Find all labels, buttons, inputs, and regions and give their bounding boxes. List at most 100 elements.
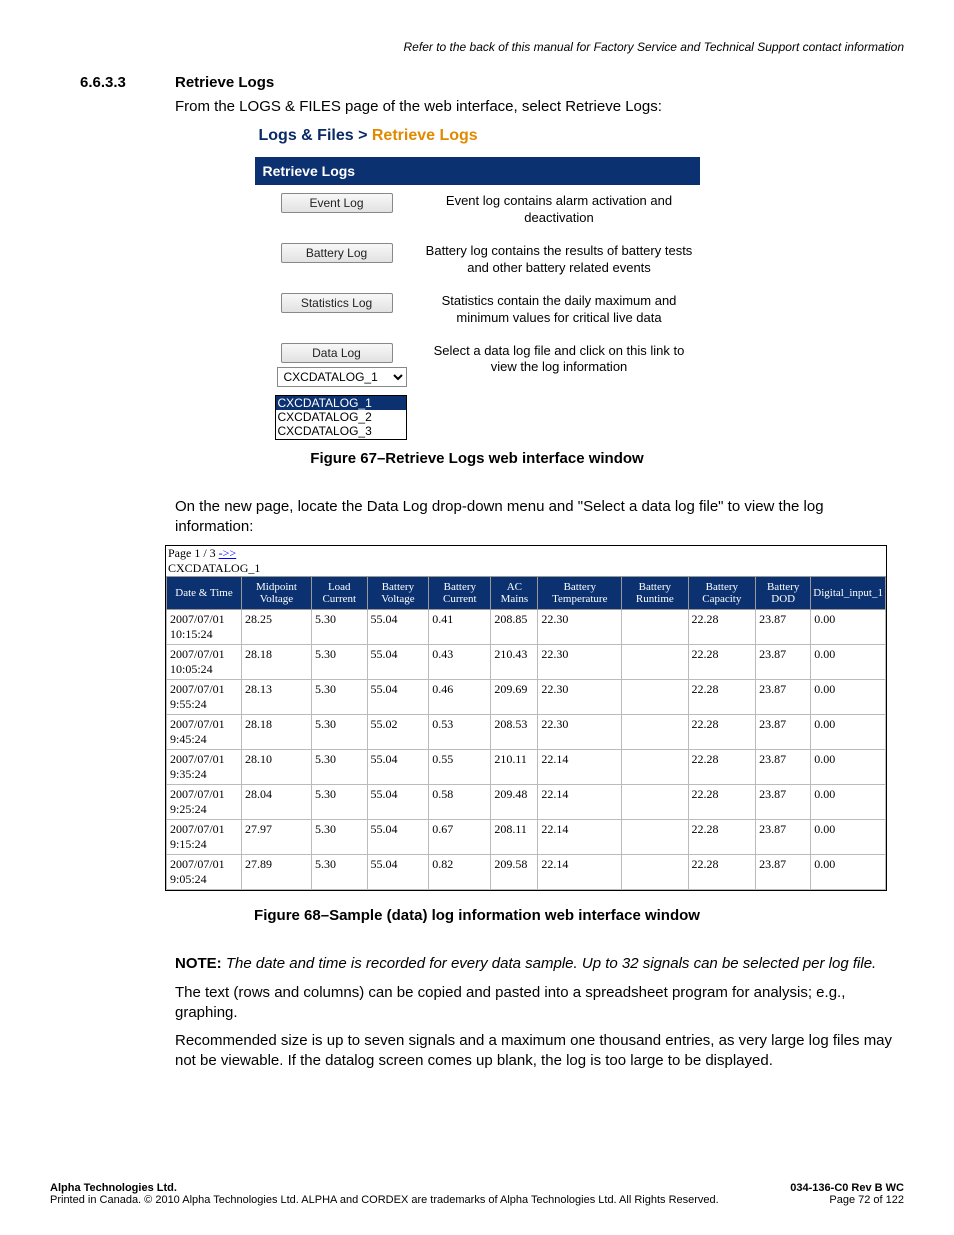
- table-cell: 55.04: [367, 645, 429, 680]
- footer-legal: Printed in Canada. © 2010 Alpha Technolo…: [50, 1194, 719, 1206]
- data-log-window: Page 1 / 3 ->> CXCDATALOG_1 Date & TimeM…: [165, 545, 887, 891]
- event-log-desc: Event log contains alarm activation and …: [419, 189, 700, 231]
- breadcrumb-current: Retrieve Logs: [372, 127, 478, 144]
- column-header: Battery Current: [429, 577, 491, 610]
- page-footer: Alpha Technologies Ltd. Printed in Canad…: [50, 1182, 904, 1206]
- breadcrumb: Logs & Files > Retrieve Logs: [255, 125, 700, 147]
- table-cell: 0.43: [429, 645, 491, 680]
- table-cell: 2007/07/01 10:15:24: [167, 610, 242, 645]
- breadcrumb-root: Logs & Files >: [259, 127, 372, 144]
- table-cell: 0.55: [429, 750, 491, 785]
- table-cell: 28.13: [242, 680, 312, 715]
- table-cell: 55.04: [367, 610, 429, 645]
- table-cell: 55.04: [367, 820, 429, 855]
- table-cell: 23.87: [756, 715, 811, 750]
- battery-log-desc: Battery log contains the results of batt…: [419, 239, 700, 281]
- table-cell: [622, 750, 688, 785]
- table-cell: 23.87: [756, 610, 811, 645]
- table-cell: 0.46: [429, 680, 491, 715]
- table-cell: 0.00: [811, 715, 886, 750]
- table-cell: 5.30: [311, 715, 367, 750]
- table-cell: 5.30: [311, 645, 367, 680]
- table-cell: 0.67: [429, 820, 491, 855]
- table-cell: 2007/07/01 9:05:24: [167, 855, 242, 890]
- note-paragraph: NOTE: The date and time is recorded for …: [175, 954, 904, 974]
- column-header: Battery Temperature: [538, 577, 622, 610]
- table-row: 2007/07/01 9:25:2428.045.3055.040.58209.…: [167, 785, 886, 820]
- table-cell: 55.04: [367, 750, 429, 785]
- statistics-log-desc: Statistics contain the daily maximum and…: [419, 289, 700, 331]
- column-header: Digital_input_1: [811, 577, 886, 610]
- retrieve-logs-panel: Logs & Files > Retrieve Logs Retrieve Lo…: [255, 125, 700, 440]
- table-cell: 0.00: [811, 820, 886, 855]
- table-cell: 208.11: [491, 820, 538, 855]
- dropdown-option[interactable]: CXCDATALOG_1: [276, 396, 406, 410]
- table-cell: 22.28: [688, 610, 756, 645]
- column-header: Battery Runtime: [622, 577, 688, 610]
- table-cell: 5.30: [311, 680, 367, 715]
- data-log-dropdown-open[interactable]: CXCDATALOG_1 CXCDATALOG_2 CXCDATALOG_3: [275, 395, 407, 440]
- table-cell: 0.00: [811, 785, 886, 820]
- note-label: NOTE:: [175, 955, 222, 972]
- paragraph-3: The text (rows and columns) can be copie…: [175, 983, 904, 1024]
- panel-title: Retrieve Logs: [255, 157, 700, 185]
- table-cell: 209.48: [491, 785, 538, 820]
- table-cell: 5.30: [311, 820, 367, 855]
- table-cell: 22.30: [538, 680, 622, 715]
- table-cell: 27.97: [242, 820, 312, 855]
- table-cell: 22.28: [688, 855, 756, 890]
- table-cell: 27.89: [242, 855, 312, 890]
- table-cell: 55.04: [367, 680, 429, 715]
- footer-doc-id: 034-136-C0 Rev B WC: [790, 1182, 904, 1194]
- table-cell: 28.18: [242, 715, 312, 750]
- table-cell: 2007/07/01 9:55:24: [167, 680, 242, 715]
- data-log-desc: Select a data log file and click on this…: [419, 339, 700, 391]
- table-cell: 210.43: [491, 645, 538, 680]
- datalog-name: CXCDATALOG_1: [168, 561, 260, 575]
- table-cell: 2007/07/01 9:25:24: [167, 785, 242, 820]
- table-row: 2007/07/01 9:15:2427.975.3055.040.67208.…: [167, 820, 886, 855]
- table-cell: 22.28: [688, 785, 756, 820]
- table-cell: 208.53: [491, 715, 538, 750]
- data-log-button[interactable]: Data Log: [281, 343, 393, 363]
- next-page-link[interactable]: ->>: [219, 546, 237, 560]
- table-cell: 5.30: [311, 785, 367, 820]
- paragraph-4: Recommended size is up to seven signals …: [175, 1031, 904, 1072]
- table-cell: 28.18: [242, 645, 312, 680]
- event-log-button[interactable]: Event Log: [281, 193, 393, 213]
- table-cell: 0.00: [811, 680, 886, 715]
- table-cell: 209.69: [491, 680, 538, 715]
- column-header: Battery DOD: [756, 577, 811, 610]
- table-cell: [622, 855, 688, 890]
- table-cell: [622, 785, 688, 820]
- table-cell: 22.28: [688, 820, 756, 855]
- column-header: Battery Voltage: [367, 577, 429, 610]
- header-note: Refer to the back of this manual for Fac…: [50, 40, 904, 54]
- table-cell: 23.87: [756, 645, 811, 680]
- table-cell: 0.41: [429, 610, 491, 645]
- table-cell: 55.02: [367, 715, 429, 750]
- table-row: 2007/07/01 10:05:2428.185.3055.040.43210…: [167, 645, 886, 680]
- table-cell: 22.14: [538, 750, 622, 785]
- table-cell: 23.87: [756, 785, 811, 820]
- statistics-log-button[interactable]: Statistics Log: [281, 293, 393, 313]
- table-cell: 55.04: [367, 785, 429, 820]
- column-header: Load Current: [311, 577, 367, 610]
- dropdown-option[interactable]: CXCDATALOG_3: [276, 424, 406, 438]
- data-log-select[interactable]: CXCDATALOG_1: [277, 367, 407, 387]
- table-cell: 22.14: [538, 785, 622, 820]
- dropdown-option[interactable]: CXCDATALOG_2: [276, 410, 406, 424]
- table-cell: [622, 645, 688, 680]
- table-cell: 23.87: [756, 820, 811, 855]
- table-row: 2007/07/01 10:15:2428.255.3055.040.41208…: [167, 610, 886, 645]
- table-cell: 28.25: [242, 610, 312, 645]
- table-cell: 22.28: [688, 680, 756, 715]
- page-indicator: Page 1 / 3: [168, 546, 219, 560]
- battery-log-button[interactable]: Battery Log: [281, 243, 393, 263]
- table-cell: 28.04: [242, 785, 312, 820]
- table-cell: 22.28: [688, 715, 756, 750]
- table-cell: 22.30: [538, 610, 622, 645]
- table-cell: 0.53: [429, 715, 491, 750]
- table-cell: 55.04: [367, 855, 429, 890]
- table-row: 2007/07/01 9:45:2428.185.3055.020.53208.…: [167, 715, 886, 750]
